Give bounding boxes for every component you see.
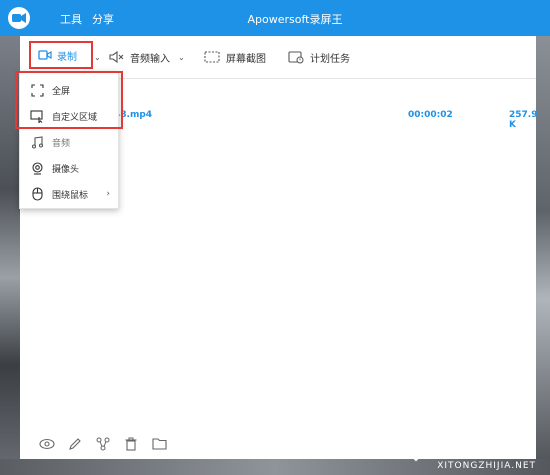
recording-duration: 00:00:02 [408, 110, 453, 120]
watermark: 系统之家 XITONGZHIJIA.NET [401, 432, 536, 471]
screenshot-button[interactable]: 屏幕截图 [204, 46, 266, 68]
watermark-url: XITONGZHIJIA.NET [437, 461, 536, 471]
eye-icon[interactable] [38, 435, 56, 453]
screenshot-icon [204, 51, 220, 63]
schedule-task-button[interactable]: 计划任务 [288, 46, 350, 68]
recording-filename: 48.mp4 [114, 110, 153, 120]
trash-icon[interactable] [122, 435, 140, 453]
menu-item-label: 全屏 [52, 86, 71, 97]
watermark-logo-icon [401, 432, 431, 462]
custom-region-icon [30, 109, 44, 123]
screenshot-label: 屏幕截图 [226, 53, 266, 65]
speaker-icon [109, 50, 124, 64]
audio-input-label: 音频输入 [130, 53, 170, 65]
title-bar: 工具 分享 Apowersoft录屏王 [0, 0, 550, 36]
menu-item-label: 自定义区域 [52, 112, 98, 123]
chevron-down-icon: ⌄ [178, 52, 185, 62]
menu-item-label: 摄像头 [52, 164, 80, 175]
fullscreen-icon [30, 83, 44, 97]
menu-item-label: 围绕鼠标 [52, 190, 89, 201]
background-photo-right [536, 36, 550, 475]
record-mode-menu: 全屏 自定义区域 音频 摄像头 围绕鼠标 › [19, 71, 119, 209]
audio-input-button[interactable]: 音频输入 ⌄ [108, 46, 185, 68]
schedule-icon [288, 51, 304, 64]
schedule-task-label: 计划任务 [310, 53, 350, 65]
chevron-right-icon: › [106, 189, 110, 199]
pencil-icon[interactable] [66, 435, 84, 453]
mouse-icon [30, 187, 44, 201]
record-dropdown-caret[interactable]: ⌄ [86, 46, 101, 68]
chevron-down-icon: ⌄ [94, 52, 101, 62]
menu-item-audio[interactable]: 音频 [20, 130, 118, 154]
music-note-icon [30, 135, 44, 149]
share-icon[interactable] [94, 435, 112, 453]
recording-size: 257.9 K [509, 110, 538, 130]
menu-item-webcam[interactable]: 摄像头 [20, 156, 118, 180]
webcam-icon [30, 161, 44, 175]
window-title: Apowersoft录屏王 [247, 13, 343, 26]
watermark-text: 系统之家 [452, 436, 536, 460]
menu-item-around-mouse[interactable]: 围绕鼠标 › [20, 182, 118, 206]
menu-item-label: 音频 [52, 138, 71, 149]
menu-item-custom-region[interactable]: 自定义区域 [20, 104, 118, 128]
folder-icon[interactable] [150, 435, 168, 453]
menu-item-fullscreen[interactable]: 全屏 [20, 78, 118, 102]
background-photo-left [0, 36, 20, 475]
record-label: 录制 [57, 51, 77, 63]
camera-icon [38, 50, 52, 60]
record-button[interactable]: 录制 [29, 41, 93, 69]
